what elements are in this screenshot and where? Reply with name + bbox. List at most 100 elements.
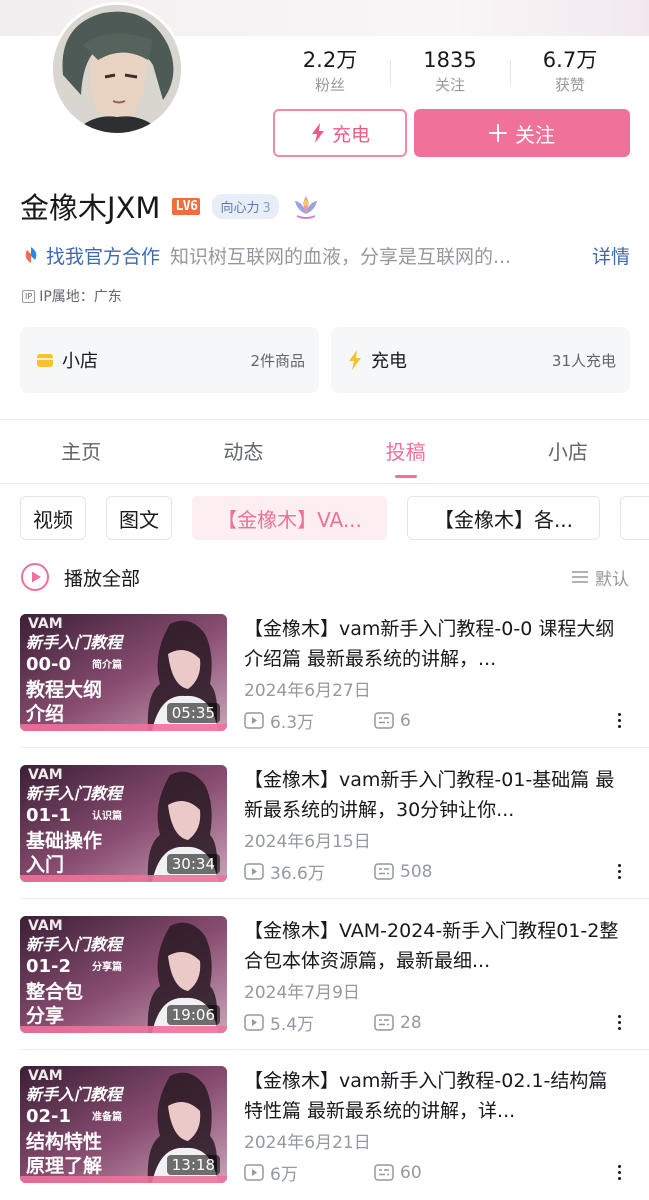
video-title[interactable]: 【金橡木】vam新手入门教程-01-基础篇 最新最系统的讲解，30分钟让你...	[244, 765, 629, 825]
thumb-text-topic: 基础操作	[25, 829, 102, 852]
avatar[interactable]	[50, 2, 184, 136]
stat-likes[interactable]: 6.7万 获赞	[510, 46, 630, 102]
stat-number: 1835	[423, 48, 477, 72]
chip-article[interactable]: 图文	[106, 496, 172, 540]
thumb-text-episode: 01-2	[26, 956, 71, 977]
video-views: 6万	[244, 1160, 374, 1185]
detail-link[interactable]: 详情	[592, 242, 630, 269]
chip-video[interactable]: 视频	[20, 496, 86, 540]
thumb-text-vam: VAM	[28, 767, 63, 783]
stat-label: 关注	[434, 76, 465, 94]
video-title[interactable]: 【金橡木】vam新手入门教程-02.1-结构篇 特性篇 最新最系统的讲解，详..…	[244, 1066, 629, 1126]
follow-button[interactable]: 关注	[414, 109, 630, 157]
video-comments-count: 6	[400, 710, 411, 731]
thumb-text-episode: 02-1	[26, 1106, 71, 1127]
chip-collection-2[interactable]: 【金橡木】各...	[407, 496, 600, 540]
stat-fans[interactable]: 2.2万 粉丝	[270, 46, 390, 102]
thumb-text-vam: VAM	[28, 616, 63, 632]
sort-toggle[interactable]: 默认	[571, 565, 629, 590]
charge-card-title: 充电	[371, 351, 407, 372]
thumb-text-episode: 00-0	[26, 654, 71, 675]
more-options-icon[interactable]	[609, 1010, 629, 1034]
tab-home[interactable]: 主页	[0, 430, 162, 476]
video-divider	[20, 747, 649, 748]
thumb-text-vam: VAM	[28, 918, 63, 934]
video-date: 2024年7月9日	[244, 983, 360, 1003]
more-options-icon[interactable]	[609, 859, 629, 883]
video-thumbnail[interactable]: VAM 新手入门教程 02-1 准备篇 结构特性 原理了解 13:18	[20, 1066, 227, 1183]
tab-dynamics[interactable]: 动态	[162, 430, 324, 476]
heart-power-value: 3	[262, 200, 271, 216]
more-options-icon[interactable]	[609, 708, 629, 732]
stat-following[interactable]: 1835 关注	[390, 46, 510, 102]
video-date: 2024年6月27日	[244, 681, 371, 701]
video-stats: 6万 60	[244, 1160, 422, 1185]
video-duration: 19:06	[166, 1005, 220, 1025]
sort-label: 默认	[595, 569, 629, 590]
play-count-icon	[244, 1164, 264, 1181]
video-stats: 6.3万 6	[244, 708, 411, 733]
video-stats: 5.4万 28	[244, 1010, 422, 1035]
ip-location-text: IP属地：广东	[39, 289, 122, 305]
stats-bar: 2.2万 粉丝 1835 关注 6.7万 获赞	[270, 46, 630, 102]
play-count-icon	[244, 1014, 264, 1031]
video-views-count: 36.6万	[270, 864, 325, 884]
video-item[interactable]: VAM 新手入门教程 02-1 准备篇 结构特性 原理了解 13:18 【金橡木…	[20, 1066, 629, 1185]
stat-number: 6.7万	[542, 48, 598, 72]
chip-more[interactable]	[620, 496, 649, 540]
charge-button[interactable]: 充电	[273, 109, 407, 157]
video-duration: 05:35	[166, 703, 220, 723]
video-item[interactable]: VAM 新手入门教程 01-2 分享篇 整合包 分享 19:06 【金橡木】VA…	[20, 916, 629, 1035]
shop-card-title: 小店	[62, 351, 98, 372]
more-options-icon[interactable]	[609, 1160, 629, 1184]
danmaku-icon	[374, 1014, 394, 1031]
play-circle-icon[interactable]	[20, 562, 50, 592]
plus-icon	[489, 124, 507, 142]
tab-uploads[interactable]: 投稿	[325, 430, 487, 476]
video-thumbnail[interactable]: VAM 新手入门教程 01-2 分享篇 整合包 分享 19:06	[20, 916, 227, 1033]
thumb-text-topic: 结构特性	[26, 1130, 102, 1153]
video-comments: 28	[374, 1013, 422, 1033]
lotus-badge-icon[interactable]	[291, 192, 321, 220]
video-thumbnail[interactable]: VAM 新手入门教程 01-1 认识篇 基础操作 入门 30:34	[20, 765, 227, 882]
video-duration: 30:34	[166, 854, 220, 874]
shop-card[interactable]: 小店 2件商品	[20, 327, 319, 393]
video-title[interactable]: 【金橡木】vam新手入门教程-0-0 课程大纲介绍篇 最新最系统的讲解，...	[244, 614, 629, 674]
video-views: 6.3万	[244, 708, 374, 733]
charge-card-count: 31人充电	[551, 351, 616, 370]
video-divider	[20, 1049, 649, 1050]
ip-icon: IP	[22, 289, 36, 303]
thumb-text-series: 新手入门教程	[26, 784, 125, 803]
thumb-text-topic: 教程大纲	[26, 678, 102, 701]
shop-card-count: 2件商品	[250, 351, 305, 370]
name-row: 金橡木JXM LV6 向心力 3	[20, 186, 321, 226]
danmaku-icon	[374, 712, 394, 729]
video-date: 2024年6月15日	[244, 832, 371, 852]
stat-number: 2.2万	[302, 48, 358, 72]
play-all-row: 播放全部 默认	[20, 560, 629, 594]
danmaku-icon	[374, 1164, 394, 1181]
video-comments-count: 60	[400, 1162, 422, 1183]
heart-power-label: 向心力	[220, 200, 260, 216]
video-views: 36.6万	[244, 859, 374, 884]
video-item[interactable]: VAM 新手入门教程 00-0 简介篇 教程大纲 介绍 05:35 【金橡木】v…	[20, 614, 629, 733]
charge-card[interactable]: 充电 31人充电	[331, 327, 630, 393]
signature-row: 找我官方合作 知识树互联网的血液，分享是互联网的... 详情	[22, 242, 630, 268]
cooperation-link[interactable]: 找我官方合作	[46, 242, 160, 269]
tab-shop[interactable]: 小店	[487, 430, 649, 476]
level-badge[interactable]: LV6	[172, 197, 201, 215]
tabs-divider	[0, 483, 649, 484]
play-all-button[interactable]: 播放全部	[64, 564, 140, 591]
video-duration: 13:18	[166, 1155, 220, 1175]
chip-collection-1[interactable]: 【金橡木】VA...	[192, 496, 387, 540]
thumb-text-subtopic: 入门	[26, 853, 64, 876]
signature-text: 知识树互联网的血液，分享是互联网的...	[170, 245, 512, 268]
video-title[interactable]: 【金橡木】VAM-2024-新手入门教程01-2整合包本体资源篇，最新最细...	[244, 916, 629, 976]
avatar-image	[53, 5, 181, 133]
video-thumbnail[interactable]: VAM 新手入门教程 00-0 简介篇 教程大纲 介绍 05:35	[20, 614, 227, 731]
video-date: 2024年6月21日	[244, 1133, 371, 1153]
video-item[interactable]: VAM 新手入门教程 01-1 认识篇 基础操作 入门 30:34 【金橡木】v…	[20, 765, 629, 884]
video-comments-count: 508	[400, 861, 433, 882]
heart-power-badge[interactable]: 向心力 3	[212, 193, 279, 219]
thumb-text-subtopic: 原理了解	[26, 1154, 102, 1177]
